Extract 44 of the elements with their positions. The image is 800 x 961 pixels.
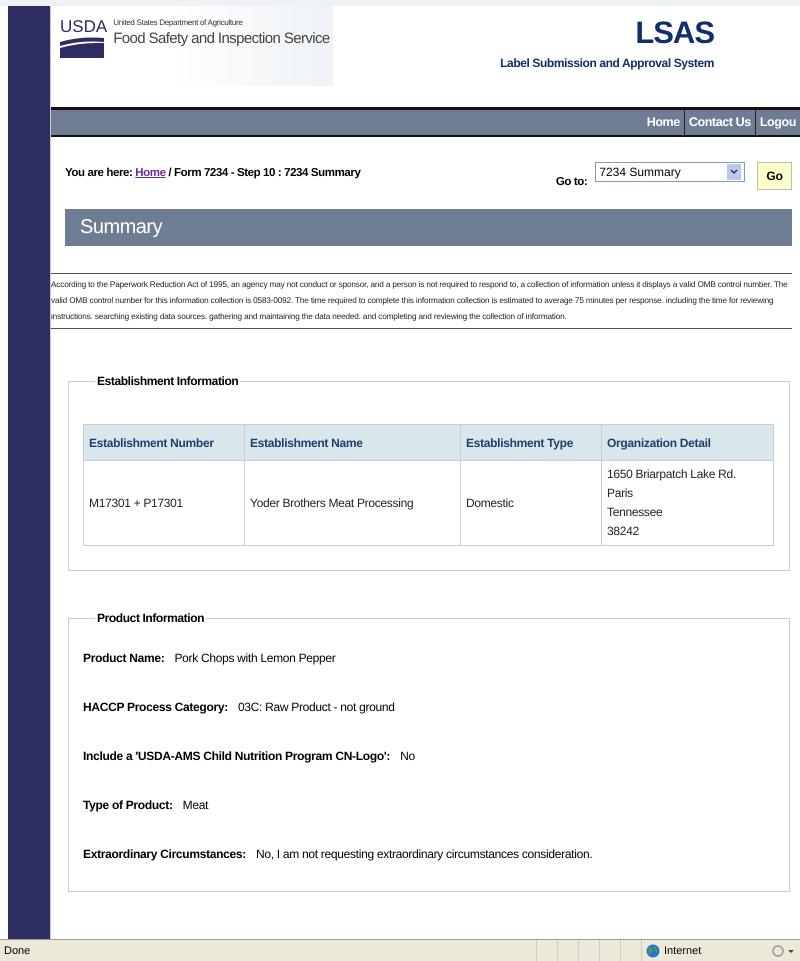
field-label: Type of Product: [83,798,173,814]
zoom-icon[interactable] [772,944,794,958]
field-value: 03C: Raw Product - not ground [238,700,395,716]
section-legend: Establishment Information [95,374,240,388]
usda-logo-icon [60,36,104,58]
field-label: Product Name: [83,651,164,667]
field-value: Pork Chops with Lemon Pepper [174,651,336,667]
section-legend: Product Information [95,611,206,625]
field-label: HACCP Process Category: [83,700,228,716]
column-header: Establishment Name [244,424,460,460]
caret-icon [727,164,742,180]
table-cell: Domestic [460,460,602,546]
paperwork-notice: According to the Paperwork Reduction Act of 1995, an agency may not conduct or sponsor, and a person is not required to respond to, a collection of information unless it displays a valid OMB control number. The valid OMB control number for this information collection is 0583-0092. The time required to complete this information collection is estimated to average 75 minutes per response. including the time for reviewing instructions. searching existing data sources. gathering and maintaining the data needed. and completing and reviewing the collection of information. [51,273,792,329]
goto-label: Go to: [556,176,588,188]
column-header: Establishment Number [84,424,244,460]
nav-link[interactable]: Home [642,110,684,135]
table-cell: M17301 + P17301 [84,460,244,546]
nav-link[interactable]: Contact Us [684,110,755,135]
address-line: Tennessee [607,504,664,521]
field-value: Meat [182,798,208,814]
usda-logo-text: USDA [60,16,108,38]
column-header: Establishment Type [460,424,602,460]
field-label: Include a 'USDA-AMS Child Nutrition Program CN-Logo': [83,749,390,765]
field-value: No, I am not requesting extraordinary circumstances consideration. [256,847,592,863]
table-cell: Yoder Brothers Meat Processing [244,460,460,546]
app-name: LSAS [635,16,714,50]
home-link[interactable]: Home [135,167,166,179]
breadcrumb: You are here: Home / Form 7234 - Step 10 : 7234 Summary [65,167,360,179]
service-name: Food Safety and Inspection Service [113,30,330,47]
address-line: 38242 [607,523,640,540]
globe-icon [646,944,660,958]
department-name: United States Department of Agriculture [113,18,244,27]
field-label: Extraordinary Circumstances: [83,847,246,863]
zone-text: Internet [664,944,702,956]
address-line: Paris [607,485,634,502]
field-value: No [400,749,415,765]
status-text: Done [3,944,32,956]
nav-link[interactable]: Logou [754,110,800,135]
page-title: Summary [80,216,162,239]
go-button[interactable]: Go [757,162,792,190]
app-full-name: Label Submission and Approval System [500,56,714,70]
address-line: 1650 Briarpatch Lake Rd. [607,466,737,483]
column-header: Organization Detail [602,424,774,460]
goto-dropdown[interactable]: 7234 Summary [595,162,746,182]
